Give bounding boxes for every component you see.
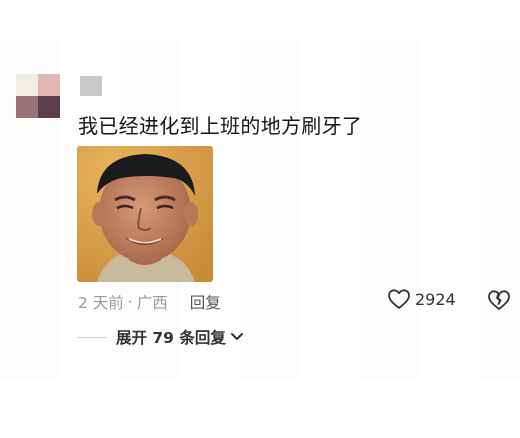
divider-line xyxy=(78,336,106,338)
chevron-down-icon xyxy=(230,333,243,340)
avatar[interactable] xyxy=(16,74,60,118)
expand-replies-label: 展开 79 条回复 xyxy=(116,329,226,347)
comment-time: 2 天前 xyxy=(78,294,124,312)
avatar-pixel xyxy=(16,74,38,96)
username-placeholder[interactable] xyxy=(80,76,102,96)
comment-text: 我已经进化到上班的地方刷牙了 xyxy=(78,114,363,138)
like-button[interactable]: 2924 xyxy=(387,288,456,310)
avatar-pixel xyxy=(38,96,60,118)
comment-location: 广西 xyxy=(136,294,168,312)
avatar-pixel xyxy=(16,96,38,118)
comment-image[interactable] xyxy=(77,146,213,282)
comment-meta: 2 天前 · 广西 回复 xyxy=(78,291,221,313)
like-count: 2924 xyxy=(415,289,456,309)
reply-button[interactable]: 回复 xyxy=(190,291,221,313)
broken-heart-icon xyxy=(488,290,510,310)
expand-replies-button[interactable]: 展开 79 条回复 xyxy=(78,326,244,348)
avatar-pixel xyxy=(38,74,60,96)
man-portrait-image xyxy=(77,146,213,282)
dislike-button[interactable] xyxy=(487,289,511,315)
heart-outline-icon xyxy=(388,289,410,309)
meta-separator: · xyxy=(127,293,133,311)
